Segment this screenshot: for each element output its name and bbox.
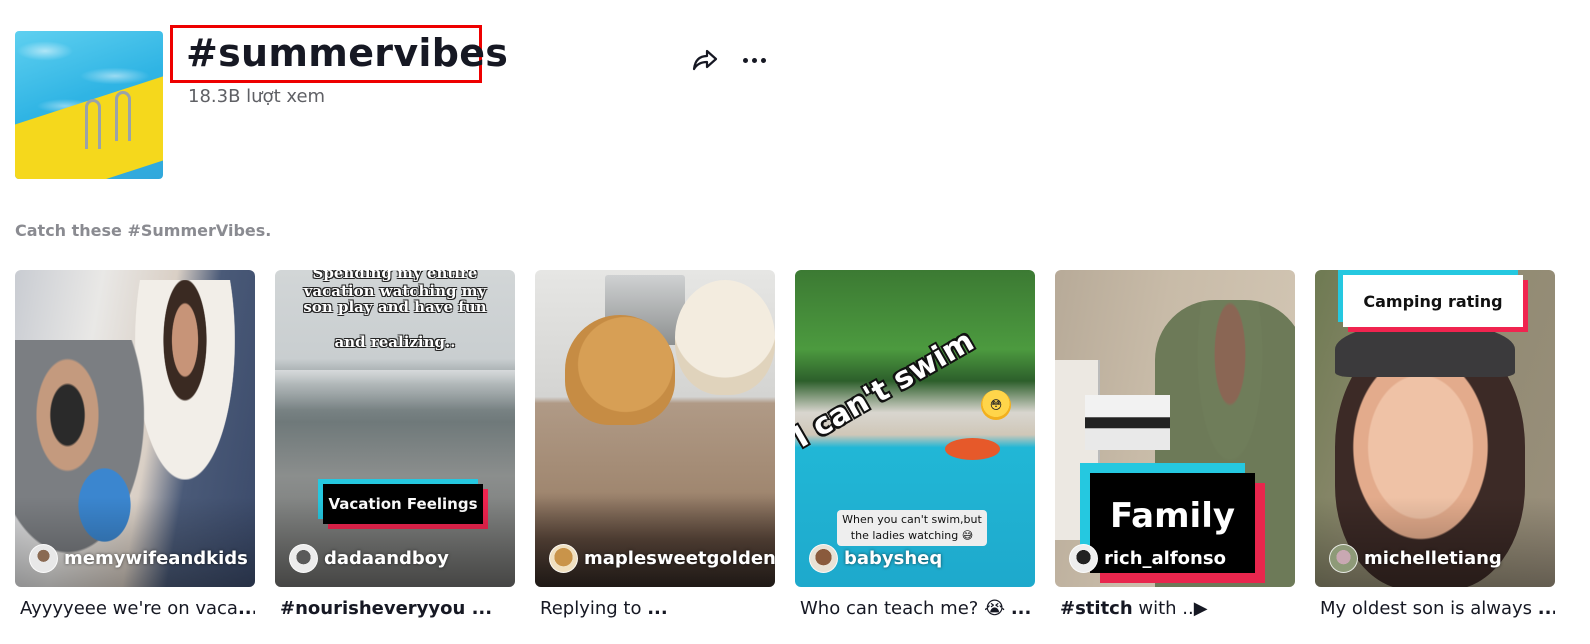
video-item: maplesweetgolden Replying to ... — [535, 270, 775, 619]
thumbnail-art — [675, 280, 775, 395]
video-author[interactable]: maplesweetgolden — [549, 544, 775, 573]
video-caption[interactable]: Ayyyyeee we're on vaca... — [15, 598, 255, 619]
hashtag-cover-image — [15, 31, 163, 179]
caption-hashtag: #nourisheveryyou ... — [280, 598, 493, 619]
share-button[interactable] — [690, 45, 720, 75]
caption-ellipsis: ... — [647, 598, 668, 619]
overlay-tag: Camping rating — [1343, 275, 1523, 327]
overlay-text: and realizing.. — [334, 333, 456, 351]
video-caption[interactable]: #stitch with ..▶ — [1055, 598, 1295, 619]
author-name: michelletiang — [1364, 548, 1502, 569]
video-author[interactable]: memywifeandkids — [29, 544, 248, 573]
overlay-emoji: 😳 — [981, 390, 1011, 420]
caption-ellipsis: ... — [1010, 598, 1032, 619]
thumbnail-art — [275, 370, 515, 410]
caption-text: with ..▶ — [1132, 598, 1208, 619]
author-avatar — [549, 544, 578, 573]
thumbnail-gradient — [1315, 497, 1555, 587]
video-author[interactable]: babysheq — [809, 544, 942, 573]
video-author[interactable]: michelletiang — [1329, 544, 1502, 573]
video-item: Camping rating michelletiang My oldest s… — [1315, 270, 1555, 619]
video-author[interactable]: rich_alfonso — [1069, 544, 1226, 573]
author-avatar — [809, 544, 838, 573]
overlay-subtitle: When you can't swim,but the ladies watch… — [837, 510, 987, 546]
subtitle-line: When you can't swim,but — [842, 513, 982, 526]
author-name: babysheq — [844, 548, 943, 569]
thumbnail-gradient — [15, 497, 255, 587]
caption-text: Replying to — [540, 598, 648, 619]
more-horizontal-icon-dot — [760, 57, 766, 63]
more-options-button[interactable] — [738, 45, 770, 75]
video-thumbnail[interactable]: Camping rating michelletiang — [1315, 270, 1555, 587]
hashtag-description: Catch these #SummerVibes. — [15, 221, 272, 240]
video-thumbnail[interactable]: memywifeandkids — [15, 270, 255, 587]
view-count: 18.3B lượt xem — [188, 86, 326, 107]
thumbnail-gradient — [275, 497, 515, 587]
hashtag-title: #summervibes — [186, 31, 509, 75]
author-name: maplesweetgolden — [584, 548, 775, 569]
author-avatar — [1329, 544, 1358, 573]
thumbnail-art — [565, 315, 675, 425]
caption-text: My oldest son is always — [1320, 598, 1538, 619]
video-caption[interactable]: Who can teach me? 😭 ... — [795, 598, 1035, 619]
video-thumbnail[interactable]: 😳 I can't swim When you can't swim,but t… — [795, 270, 1035, 587]
author-avatar — [29, 544, 58, 573]
video-thumbnail[interactable]: Family rich_alfonso — [1055, 270, 1295, 587]
author-avatar — [289, 544, 318, 573]
video-caption[interactable]: #nourisheveryyou ... — [275, 598, 515, 619]
pool-ladder-rail — [85, 99, 101, 149]
video-thumbnail[interactable]: Spending my entire vacation watching my … — [275, 270, 515, 587]
caption-text: Ayyyyeee we're on vaca — [20, 598, 238, 619]
more-horizontal-icon-dot — [751, 57, 757, 63]
author-name: memywifeandkids — [64, 548, 248, 569]
pool-ladder-rail — [115, 91, 131, 141]
overlay-text: son play and have fun — [303, 298, 487, 316]
video-item: memywifeandkids Ayyyyeee we're on vaca..… — [15, 270, 255, 619]
overlay-text: I can't swim — [795, 323, 981, 455]
thumbnail-art — [945, 438, 1000, 460]
author-avatar — [1069, 544, 1098, 573]
thumbnail-art — [1335, 322, 1515, 377]
author-name: dadaandboy — [324, 548, 449, 569]
caption-hashtag: #stitch — [1060, 598, 1133, 619]
caption-ellipsis: ... — [237, 598, 255, 619]
thumbnail-gradient — [535, 497, 775, 587]
more-horizontal-icon-dot — [742, 57, 748, 63]
video-item: Spending my entire vacation watching my … — [275, 270, 515, 619]
video-item: Family rich_alfonso #stitch with ..▶ — [1055, 270, 1295, 619]
video-item: 😳 I can't swim When you can't swim,but t… — [795, 270, 1035, 619]
share-arrow-icon — [692, 49, 718, 71]
caption-text: Who can teach me? 😭 — [800, 598, 1011, 619]
author-name: rich_alfonso — [1104, 548, 1226, 569]
subtitle-line: the ladies watching 😅 — [850, 529, 974, 542]
video-caption[interactable]: Replying to ... — [535, 598, 775, 619]
thumbnail-art — [1085, 395, 1170, 450]
caption-ellipsis: ... — [1537, 598, 1555, 619]
video-thumbnail[interactable]: maplesweetgolden — [535, 270, 775, 587]
video-caption[interactable]: My oldest son is always ... — [1315, 598, 1555, 619]
video-grid: memywifeandkids Ayyyyeee we're on vaca..… — [15, 270, 1555, 619]
video-author[interactable]: dadaandboy — [289, 544, 449, 573]
